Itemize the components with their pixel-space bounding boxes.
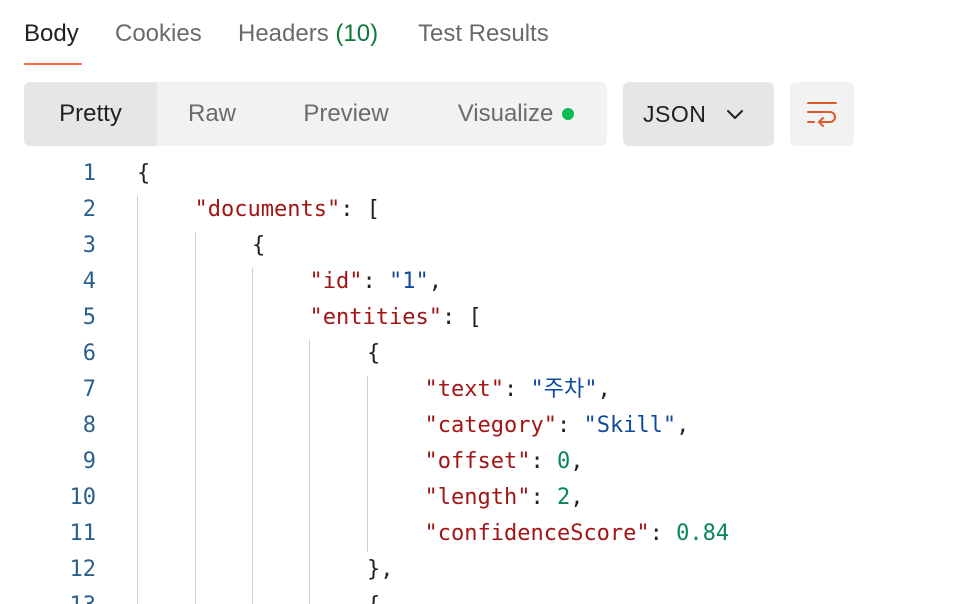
format-dropdown-value: JSON [643,101,707,127]
code-line: "id": "1", [310,264,442,300]
tab-cookies[interactable]: Cookies [115,18,202,50]
json-punctuation: , [428,269,442,294]
json-punctuation: : [649,521,677,546]
json-string: "Skill" [583,413,677,438]
tab-headers[interactable]: Headers (10) [238,18,378,50]
indent-guide [367,376,368,552]
code-line: { [367,588,380,604]
json-key: "confidenceScore" [424,521,650,546]
code-line: }, [367,552,394,588]
json-key: "category" [424,413,557,438]
json-punctuation: , [597,377,611,402]
json-number: 2 [556,485,571,510]
status-dot-icon [562,107,575,120]
json-punctuation: { [137,161,151,186]
response-tabs: Body Cookies Headers (10) Test Results [0,0,978,68]
json-key: "documents" [194,197,341,222]
wrap-lines-button[interactable] [790,82,854,146]
json-number: 0 [556,449,571,474]
line-number: 3 [82,233,96,258]
view-mode-preview[interactable]: Preview [284,82,408,146]
code-line: "confidenceScore": 0.84 [425,516,730,552]
code-line: "length": 2, [425,480,584,516]
json-punctuation: : [ [441,305,482,330]
json-punctuation: : [503,377,531,402]
line-number: 1 [82,161,96,186]
indent-guide [252,268,253,604]
view-mode-visualize[interactable]: Visualize [437,82,595,146]
code-line: "text": "주차", [425,372,611,408]
line-number: 7 [82,377,96,402]
line-number: 13 [0,588,97,604]
line-number: 8 [82,413,96,438]
tab-headers-label: Headers [238,20,329,47]
json-punctuation: , [570,485,584,510]
indent-guide [137,196,138,604]
json-key: "offset" [424,449,531,474]
code-line: "entities": [ [310,300,482,336]
line-number: 10 [69,485,97,510]
code-line: "documents": [ [195,192,380,228]
code-line: { [367,336,380,372]
chevron-down-icon [727,110,743,119]
code-line: "offset": 0, [425,444,584,480]
json-punctuation: { [367,593,380,604]
indent-guide [309,340,310,604]
view-mode-raw[interactable]: Raw [161,82,263,146]
json-number: 0.84 [676,521,730,546]
code-line: { [137,156,150,192]
line-number: 9 [82,449,96,474]
wrap-lines-icon [807,102,837,127]
json-punctuation: }, [367,557,394,582]
headers-count-badge: (10) [335,20,379,47]
json-punctuation: { [252,233,266,258]
json-punctuation: , [570,449,584,474]
json-punctuation: : [530,449,557,474]
line-number: 5 [82,305,96,330]
json-punctuation: : [ [340,197,380,222]
active-tab-indicator [24,63,82,65]
tab-test-results[interactable]: Test Results [418,18,549,50]
json-key: "text" [424,377,504,402]
view-mode-selector: Pretty Raw Preview Visualize [24,82,607,146]
json-key: "length" [424,485,531,510]
json-string: "주차" [530,377,598,402]
line-number: 4 [82,269,96,294]
view-mode-visualize-label: Visualize [457,100,554,127]
line-number: 11 [69,521,97,546]
json-punctuation: : [362,269,389,294]
response-body-viewer[interactable]: 1{2 "documents": [3{4 "id": "1", 5 "entities… [0,155,978,604]
json-punctuation: : [530,485,557,510]
line-number: 6 [82,341,96,366]
json-key: "entities" [309,305,442,330]
code-line: { [252,228,265,264]
code-line: "category": "Skill", [425,408,690,444]
tab-body[interactable]: Body [24,18,79,50]
json-key: "id" [309,269,363,294]
view-mode-pretty[interactable]: Pretty [24,82,157,146]
format-dropdown[interactable]: JSON [623,82,774,146]
json-string: "1" [388,269,429,294]
json-punctuation: { [367,341,381,366]
json-punctuation: : [556,413,584,438]
indent-guide [195,232,196,604]
json-punctuation: , [676,413,690,438]
line-number: 12 [69,557,97,582]
line-number: 2 [82,197,96,222]
